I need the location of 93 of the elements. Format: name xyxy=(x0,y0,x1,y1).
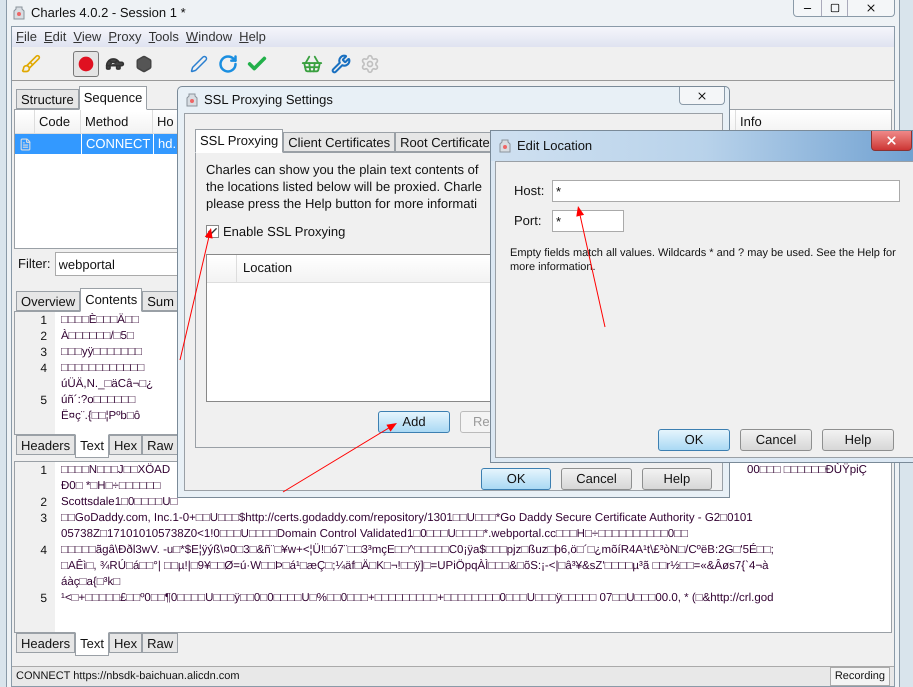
dialog-button[interactable]: OK xyxy=(481,468,552,490)
dialog-button[interactable]: Cancel xyxy=(740,429,812,451)
status-text: CONNECT https://nbsdk-baichuan.alicdn.com xyxy=(16,669,240,684)
description-text: please press the Help button for more informati xyxy=(206,195,477,212)
close-button[interactable] xyxy=(871,131,912,151)
line-number: 1 xyxy=(40,463,47,477)
line-number: 1 xyxy=(40,313,47,327)
content-text: Scottsdale1□0□□□□U□ xyxy=(61,495,178,510)
content-text: 00□□□ □□□□□□ÐÙŸpiÇ xyxy=(746,462,867,478)
menu-item[interactable]: Tools xyxy=(148,27,179,47)
tab[interactable]: Headers xyxy=(16,633,76,653)
menu-item[interactable]: Window xyxy=(186,27,232,47)
list-button[interactable]: Add xyxy=(378,410,450,432)
close-icon xyxy=(696,90,708,102)
description-text: the locations listed below will be proxied. Charle xyxy=(206,178,482,195)
app-icon xyxy=(13,6,25,20)
host-label: Host: xyxy=(514,182,546,200)
checkbox-label: Enable SSL Proxying xyxy=(223,223,346,241)
tab[interactable]: Structure xyxy=(16,89,79,109)
line-number: 4 xyxy=(40,543,47,557)
filter-label: Filter: xyxy=(18,255,50,274)
content-text: ¹<□+□□□□□£□□º0□□¶0□□□□U□□□ÿ□□0□0□□□□U□%□□0□□□+□□□□□□□□□+□□□□□□□□0□□□U□□□ÿ□□□□□ 07□□U□□□00.0, * (□&http://crl.god xyxy=(61,591,774,606)
tab[interactable]: Headers xyxy=(16,435,76,455)
content-text: □□□□N□□□J□□XÖAD xyxy=(61,462,170,478)
menu-item[interactable]: Proxy xyxy=(108,27,142,47)
close-icon xyxy=(865,2,877,14)
column-header[interactable]: Method xyxy=(81,110,153,133)
pen-icon xyxy=(190,54,208,72)
tab[interactable]: Text xyxy=(75,632,109,656)
line-number: 5 xyxy=(40,393,47,407)
dialog-button[interactable]: OK xyxy=(658,429,730,451)
content-text: □AÊì□, ¾RÚ□á□□°| □□µ!|□9¥□□Ø=ú·W□□Þ□á¹□æÇ□;¼äf□Ä□K□¬!□□ÿ]□=UPiÖpqÀÌ□□□&□õS:¡-<|□â³¥&sZ'□□□□µ³ã □□r½□□=«&Âøs7{`4¬à xyxy=(61,558,768,574)
maximize-icon xyxy=(830,3,840,13)
close-button[interactable] xyxy=(679,87,725,105)
tab[interactable]: SSL Proxying xyxy=(195,129,284,153)
line-number: 4 xyxy=(40,361,47,375)
menu-item[interactable]: Edit xyxy=(44,27,66,47)
dialog-title: SSL Proxying Settings xyxy=(204,91,333,110)
line-number: 2 xyxy=(40,495,47,509)
dialog-button[interactable]: Help xyxy=(642,468,712,490)
window-title: Charles 4.0.2 - Session 1 * xyxy=(31,4,186,22)
menu-item[interactable]: File xyxy=(16,27,37,47)
settings-icon xyxy=(360,54,380,74)
table-cell: hd. xyxy=(153,134,176,154)
close-icon xyxy=(885,134,898,147)
content-text: Ë¤ç¨.{□□¦Pºb□ô xyxy=(61,408,140,424)
record-icon xyxy=(78,56,94,72)
port-label: Port: xyxy=(514,212,542,230)
dialog-button[interactable]: Help xyxy=(822,429,894,451)
table-cell: CONNECT xyxy=(81,134,153,154)
description-text: Charles can show you the plain text contents of xyxy=(206,161,478,178)
content-text: úÜÄ,N._□äCâ¬□¿ xyxy=(61,376,154,392)
content-text: □□GoDaddy.com, Inc.1-0+□□U□□□$http://certs.godaddy.com/repository/1301□□U□□□*Go Daddy Secure Certificate Authority - G2□0101 xyxy=(61,511,753,526)
menu-item[interactable]: View xyxy=(73,27,102,47)
dialog-title: Edit Location xyxy=(517,137,592,156)
tools-icon xyxy=(331,54,351,74)
dialog-button[interactable]: Cancel xyxy=(561,468,632,490)
basket-icon xyxy=(301,52,323,74)
content-text: □□□□È□□□Ä□□ xyxy=(61,312,139,328)
tab[interactable]: Contents xyxy=(80,288,142,312)
content-text: □□□yÿ□□□□□□□ xyxy=(61,345,142,360)
hexagon-icon xyxy=(135,54,153,72)
tab[interactable]: Hex xyxy=(108,435,142,455)
app-icon xyxy=(186,93,198,107)
recording-indicator: Recording xyxy=(830,667,890,686)
document-icon xyxy=(18,138,32,150)
line-number: 2 xyxy=(40,329,47,343)
tab[interactable]: Raw xyxy=(142,633,178,653)
tab[interactable]: Sequence xyxy=(78,86,148,110)
host-field[interactable]: * xyxy=(552,180,900,202)
content-text: □□□□□ãgâ\Ððl3wV. -u□*$E¦ÿýß\¤0□3□&ñ¨□¥w+<¦Ü!□ó7¨□□3³mçE□□^□□□□□C0¡ÿa$□□□pjz□ßuz□þ6,ö□´□¿mõíR4A¹t\£³òN□/CºëB:2G□'5É□□; xyxy=(61,542,774,558)
refresh-icon xyxy=(218,54,238,74)
line-number: 3 xyxy=(40,511,47,525)
content-text: úñ´:?o□□□□□□ xyxy=(61,393,136,408)
app-icon xyxy=(499,139,511,153)
tab[interactable]: Overview xyxy=(16,291,80,311)
tab[interactable]: Text xyxy=(75,434,109,458)
tab[interactable]: Client Certificates xyxy=(283,132,396,152)
content-text: 05738Z□171010105738Z0<1!0□□□U□□□□Domain Control Validated1□0□□□U□□□□*.webportal.cc□□□H□÷□□□□□□□□□□0□□ xyxy=(61,527,688,542)
tab[interactable]: Raw xyxy=(142,435,178,455)
column-header[interactable]: Code xyxy=(35,110,81,133)
broom-icon xyxy=(21,54,41,74)
line-number: 3 xyxy=(40,345,47,359)
tab[interactable]: Hex xyxy=(108,633,142,653)
tab[interactable]: Sum xyxy=(142,291,179,311)
content-text: Ð0□ *□H□÷□□□□□□ xyxy=(61,479,161,494)
content-text: áàç□a{□³k□ xyxy=(61,575,120,590)
line-number: 5 xyxy=(40,591,47,605)
port-field[interactable]: * xyxy=(552,210,624,232)
content-text: □□□□□□□□□□□□ xyxy=(61,361,144,376)
content-text: À□□□□□□/□5□ xyxy=(61,328,134,344)
menu-item[interactable]: Help xyxy=(239,27,266,47)
column-header[interactable]: Location xyxy=(237,254,292,282)
